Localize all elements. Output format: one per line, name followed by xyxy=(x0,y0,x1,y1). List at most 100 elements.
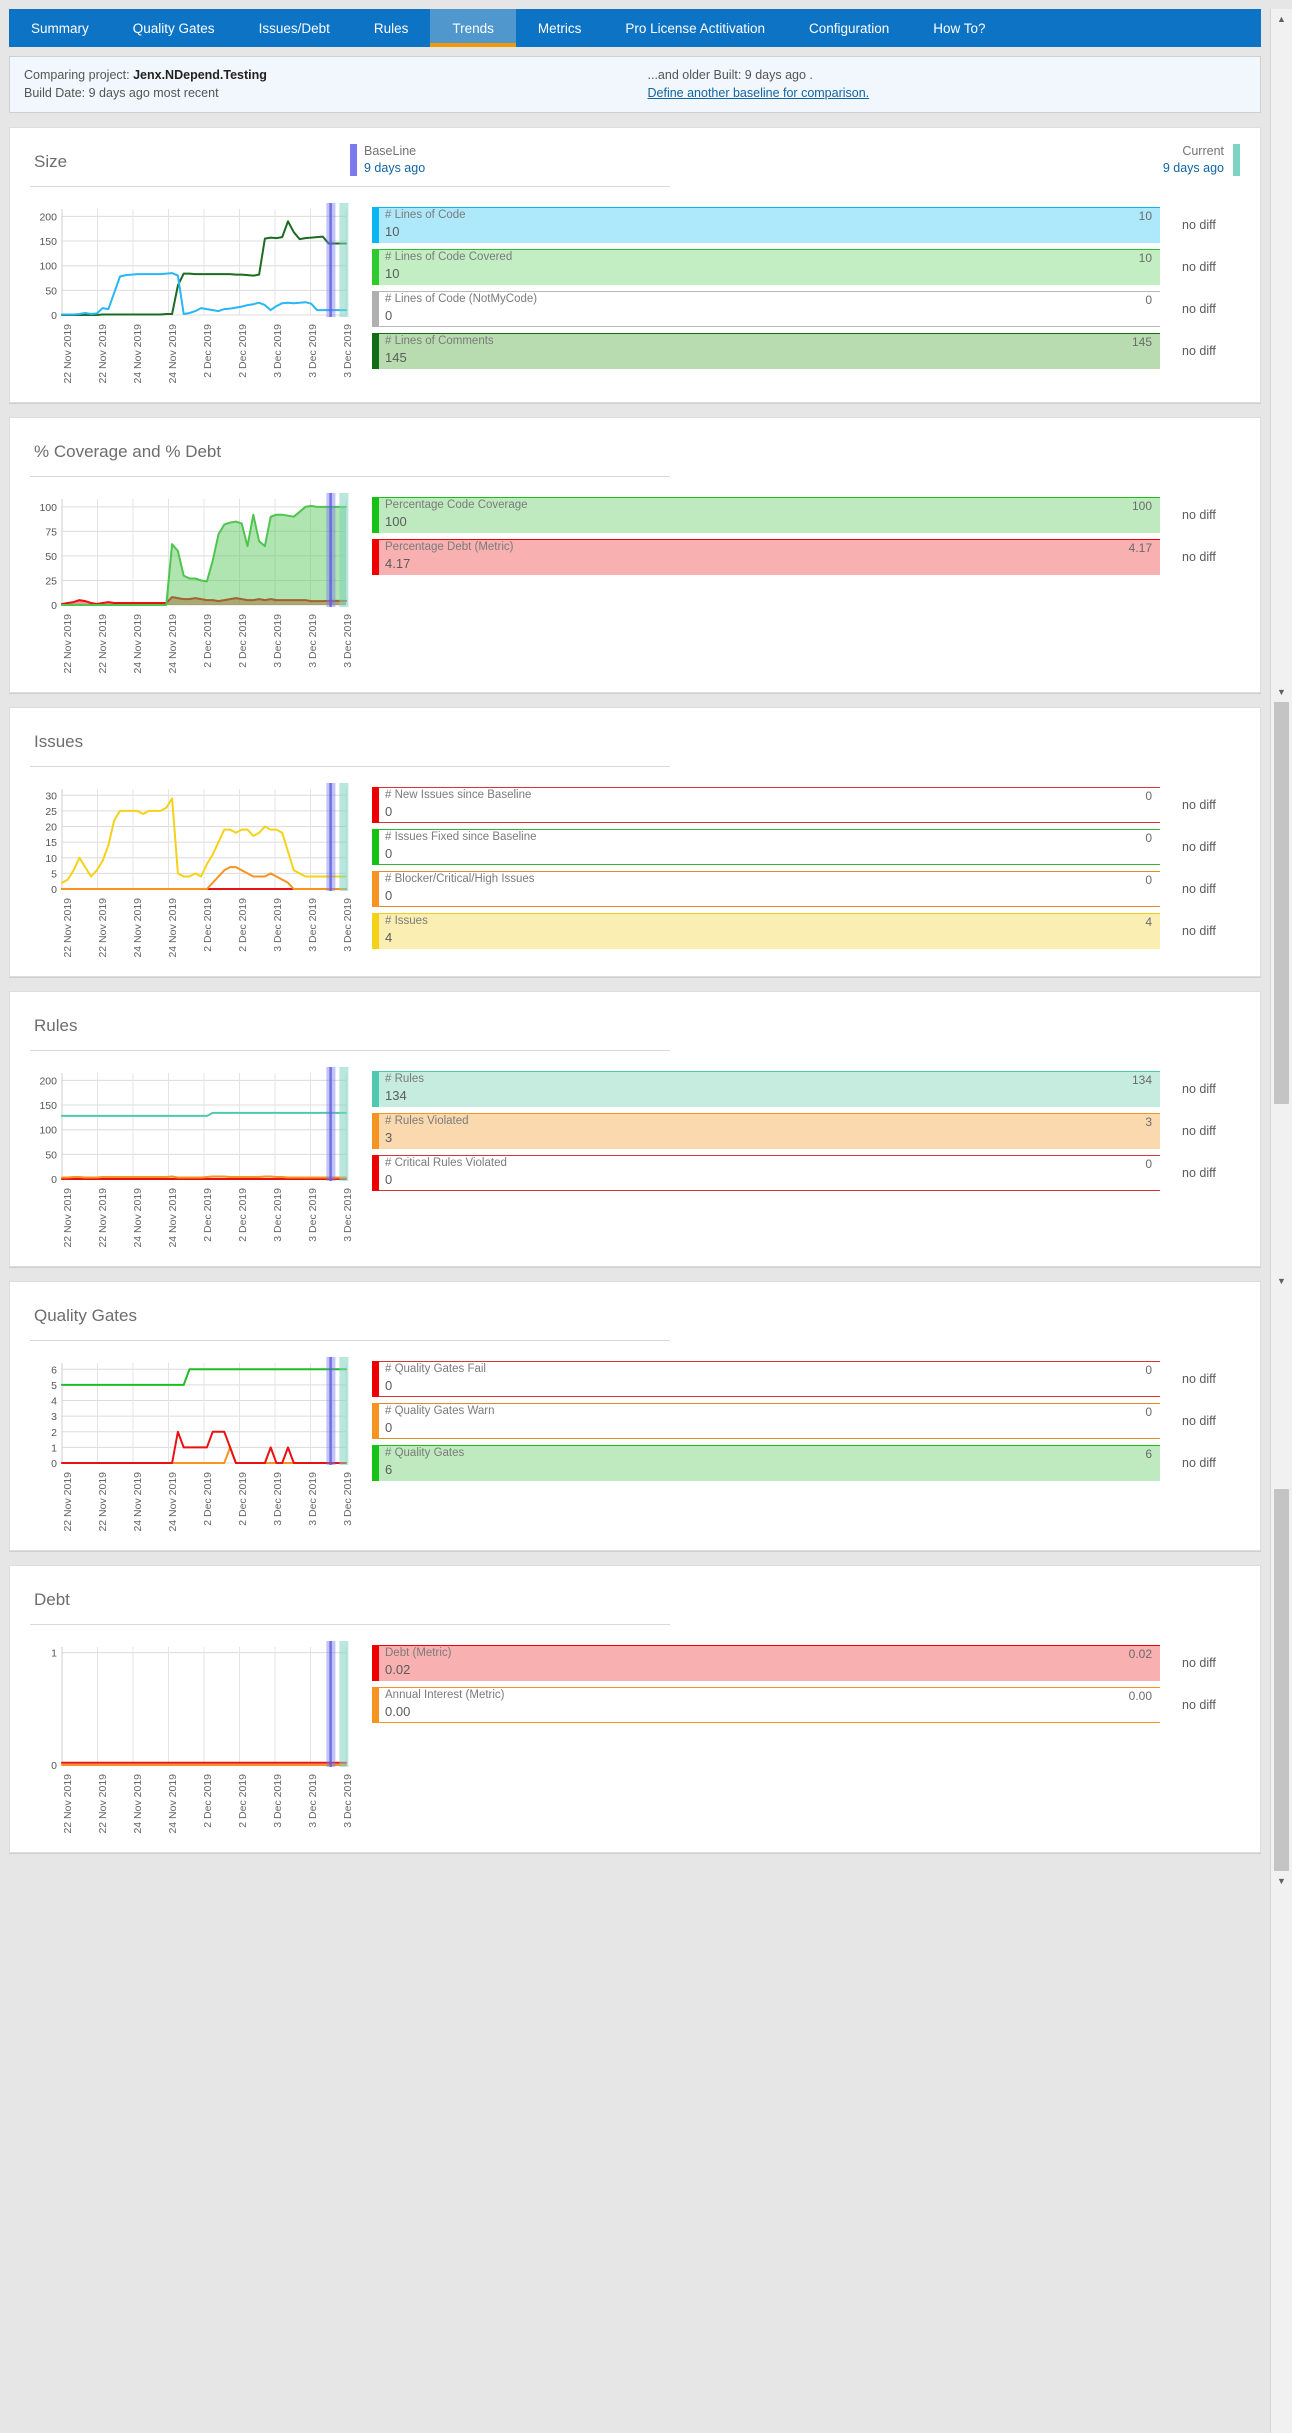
trend-chart[interactable]: 0 1 2 3 4 5 6 22 Nov 2019 22 Nov 2019 24 Nov 2019… xyxy=(30,1355,360,1532)
metric-value: 10 xyxy=(385,224,400,240)
metric-value: 100 xyxy=(385,514,407,530)
x-axis-label: 3 Dec 2019 xyxy=(272,1774,284,1828)
metric-row[interactable]: # Quality Gates Fail 0 0 no diff xyxy=(372,1361,1240,1398)
metric-row[interactable]: # Blocker/Critical/High Issues 0 0 no diff xyxy=(372,871,1240,908)
main-nav[interactable]: Summary Quality Gates Issues/Debt Rules Tren… xyxy=(9,9,1261,47)
metric-fill: # Critical Rules Violated 0 0 xyxy=(379,1155,1160,1192)
svg-text:200: 200 xyxy=(39,1076,57,1088)
nav-tab-how-to[interactable]: How To? xyxy=(911,9,1007,47)
metric-row[interactable]: # New Issues since Baseline 0 0 no diff xyxy=(372,787,1240,824)
metric-diff: no diff xyxy=(1182,550,1216,565)
metric-row[interactable]: # Lines of Comments 145 145 no diff xyxy=(372,333,1240,370)
svg-text:150: 150 xyxy=(39,1100,57,1112)
metric-top-value: 0 xyxy=(1145,1157,1152,1172)
x-axis-label: 22 Nov 2019 xyxy=(62,1188,74,1248)
x-axis: 22 Nov 2019 22 Nov 2019 24 Nov 2019 24 Nov … xyxy=(60,324,360,384)
metric-row[interactable]: Percentage Code Coverage 100 100 no diff xyxy=(372,497,1240,534)
scroll-marker-1[interactable]: ▼ xyxy=(1271,682,1292,702)
x-axis-label: 22 Nov 2019 xyxy=(97,1774,109,1834)
metric-top-value: 0 xyxy=(1145,873,1152,888)
nav-tab-issues-debt[interactable]: Issues/Debt xyxy=(237,9,352,47)
metric-name: Percentage Code Coverage xyxy=(385,499,528,512)
metric-name: # Rules Violated xyxy=(385,1115,469,1128)
metric-value: 3 xyxy=(385,1130,393,1146)
metric-color-tick xyxy=(372,207,379,244)
metric-value: 10 xyxy=(385,266,400,282)
metric-row[interactable]: # Lines of Code Covered 10 10 no diff xyxy=(372,249,1240,286)
metric-diff: no diff xyxy=(1182,840,1216,855)
trend-chart[interactable]: 0 5 10 15 20 25 30 22 Nov 2019 22 Nov 2019 24 Nov… xyxy=(30,781,360,958)
svg-text:25: 25 xyxy=(45,576,57,588)
metric-top-value: 4.17 xyxy=(1128,541,1152,556)
svg-text:10: 10 xyxy=(45,853,57,865)
nav-tab-pro-license-actitivation[interactable]: Pro License Actitivation xyxy=(603,9,787,47)
x-axis-label: 3 Dec 2019 xyxy=(342,324,354,378)
x-axis-label: 3 Dec 2019 xyxy=(272,898,284,952)
metric-value: 0 xyxy=(385,846,393,862)
metric-color-tick xyxy=(372,539,379,576)
nav-tab-metrics[interactable]: Metrics xyxy=(516,9,604,47)
metric-diff: no diff xyxy=(1182,1166,1216,1181)
metric-diff: no diff xyxy=(1182,508,1216,523)
metric-value: 4 xyxy=(385,930,393,946)
x-axis-label: 2 Dec 2019 xyxy=(237,1188,249,1242)
x-axis-label: 2 Dec 2019 xyxy=(202,1472,214,1526)
metric-top-value: 3 xyxy=(1145,1115,1152,1130)
x-axis-label: 3 Dec 2019 xyxy=(342,1774,354,1828)
x-axis-label: 24 Nov 2019 xyxy=(132,1774,144,1834)
section-divider xyxy=(30,766,670,768)
metric-fill: Percentage Code Coverage 100 100 xyxy=(379,497,1160,534)
x-axis-label: 24 Nov 2019 xyxy=(167,898,179,958)
metric-top-value: 4 xyxy=(1145,915,1152,930)
x-axis-label: 2 Dec 2019 xyxy=(237,324,249,378)
metric-fill: # Rules 134 134 xyxy=(379,1071,1160,1108)
scroll-marker-3[interactable]: ▼ xyxy=(1271,1871,1292,1891)
x-axis-label: 2 Dec 2019 xyxy=(237,898,249,952)
x-axis-label: 3 Dec 2019 xyxy=(272,1188,284,1242)
svg-text:0: 0 xyxy=(51,1174,57,1183)
x-axis-label: 3 Dec 2019 xyxy=(307,1472,319,1526)
nav-tab-quality-gates[interactable]: Quality Gates xyxy=(111,9,237,47)
scroll-thumb-secondary[interactable] xyxy=(1274,1489,1289,1879)
svg-text:100: 100 xyxy=(39,502,57,514)
x-axis-label: 22 Nov 2019 xyxy=(97,898,109,958)
x-axis-label: 22 Nov 2019 xyxy=(62,1472,74,1532)
metric-row[interactable]: Percentage Debt (Metric) 4.17 4.17 no diff xyxy=(372,539,1240,576)
page-scrollbar[interactable]: ▲ ▼ ▼ ▼ xyxy=(1270,9,1292,2433)
trend-chart[interactable]: 0 50 100 150 200 22 Nov 2019 22 Nov 2019 24 Nov… xyxy=(30,201,360,384)
x-axis-label: 3 Dec 2019 xyxy=(272,324,284,378)
metric-row[interactable]: # Lines of Code 10 10 no diff xyxy=(372,207,1240,244)
section-divider xyxy=(30,476,670,478)
trend-chart[interactable]: 0 25 50 75 100 22 Nov 2019 22 Nov 2019 24 Nov 2… xyxy=(30,491,360,674)
metric-top-value: 100 xyxy=(1131,499,1152,514)
nav-tab-rules[interactable]: Rules xyxy=(352,9,431,47)
x-axis-label: 2 Dec 2019 xyxy=(237,614,249,668)
metric-top-value: 10 xyxy=(1138,251,1152,266)
metric-row[interactable]: # Issues 4 4 no diff xyxy=(372,913,1240,950)
metric-row[interactable]: # Critical Rules Violated 0 0 no diff xyxy=(372,1155,1240,1192)
metric-name: # Lines of Code Covered xyxy=(385,251,513,264)
metric-color-tick xyxy=(372,829,379,866)
metric-name: # Issues xyxy=(385,915,428,928)
scroll-marker-2[interactable]: ▼ xyxy=(1271,1271,1292,1291)
metric-row[interactable]: Debt (Metric) 0.02 0.02 no diff xyxy=(372,1645,1240,1682)
metric-row[interactable]: # Rules 134 134 no diff xyxy=(372,1071,1240,1108)
nav-tab-summary[interactable]: Summary xyxy=(9,9,111,47)
metric-color-tick xyxy=(372,1155,379,1192)
define-baseline-link[interactable]: Define another baseline for comparison. xyxy=(648,86,870,100)
metric-value: 0.00 xyxy=(385,1704,411,1720)
nav-tab-configuration[interactable]: Configuration xyxy=(787,9,911,47)
metric-diff: no diff xyxy=(1182,344,1216,359)
metric-row[interactable]: Annual Interest (Metric) 0.00 0.00 no diff xyxy=(372,1687,1240,1724)
trend-chart[interactable]: 0 1 22 Nov 2019 22 Nov 2019 24 Nov 2019 24 No… xyxy=(30,1639,360,1834)
trend-chart[interactable]: 0 50 100 150 200 22 Nov 2019 22 Nov 2019 24 Nov… xyxy=(30,1065,360,1248)
metric-row[interactable]: # Quality Gates 6 6 no diff xyxy=(372,1445,1240,1482)
scroll-up-arrow[interactable]: ▲ xyxy=(1271,9,1292,29)
metric-row[interactable]: # Rules Violated 3 3 no diff xyxy=(372,1113,1240,1150)
metric-name: # Blocker/Critical/High Issues xyxy=(385,873,535,886)
nav-tab-trends[interactable]: Trends xyxy=(430,9,516,47)
scroll-thumb[interactable] xyxy=(1274,689,1289,1104)
metric-row[interactable]: # Issues Fixed since Baseline 0 0 no diff xyxy=(372,829,1240,866)
metric-row[interactable]: # Quality Gates Warn 0 0 no diff xyxy=(372,1403,1240,1440)
metric-row[interactable]: # Lines of Code (NotMyCode) 0 0 no diff xyxy=(372,291,1240,328)
